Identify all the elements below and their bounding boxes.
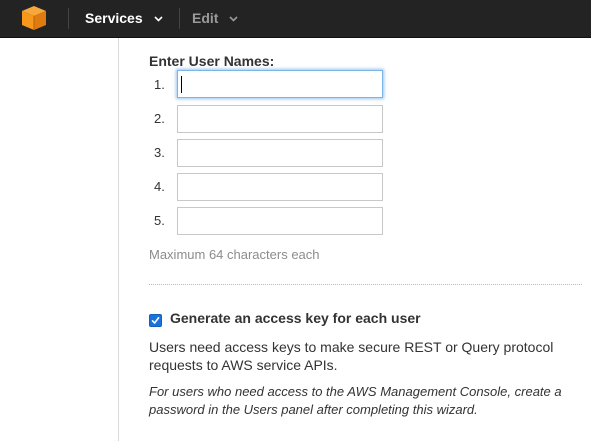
user-name-input-3[interactable] xyxy=(177,139,383,167)
chevron-down-icon xyxy=(153,0,163,36)
console-password-note: For users who need access to the AWS Man… xyxy=(149,384,562,417)
row-number: 1. xyxy=(154,77,165,92)
edit-menu-button[interactable]: Edit xyxy=(192,0,238,37)
row-number: 5. xyxy=(154,213,165,228)
user-name-input-5[interactable] xyxy=(177,207,383,235)
generate-access-key-label[interactable]: Generate an access key for each user xyxy=(170,310,421,326)
row-number: 4. xyxy=(154,179,165,194)
row-number: 3. xyxy=(154,145,165,160)
checkmark-icon xyxy=(151,316,160,324)
panel-divider xyxy=(118,38,119,441)
nav-divider xyxy=(179,8,180,29)
row-number: 2. xyxy=(154,111,165,126)
nav-divider xyxy=(68,8,69,29)
top-navigation-bar: Services Edit xyxy=(0,0,591,38)
services-menu-button[interactable]: Services xyxy=(85,0,163,37)
access-key-description: Users need access keys to make secure RE… xyxy=(149,339,554,373)
user-name-input-1[interactable] xyxy=(177,70,383,98)
user-name-input-2[interactable] xyxy=(177,105,383,133)
aws-cube-icon[interactable] xyxy=(20,5,48,31)
section-separator xyxy=(149,284,582,285)
generate-access-key-checkbox[interactable] xyxy=(149,314,162,327)
user-name-input-4[interactable] xyxy=(177,173,383,201)
section-title: Enter User Names: xyxy=(149,53,275,69)
edit-label: Edit xyxy=(192,10,219,26)
chevron-down-icon xyxy=(229,0,238,36)
text-cursor xyxy=(181,76,182,93)
max-length-hint: Maximum 64 characters each xyxy=(149,247,320,262)
services-label: Services xyxy=(85,10,143,26)
